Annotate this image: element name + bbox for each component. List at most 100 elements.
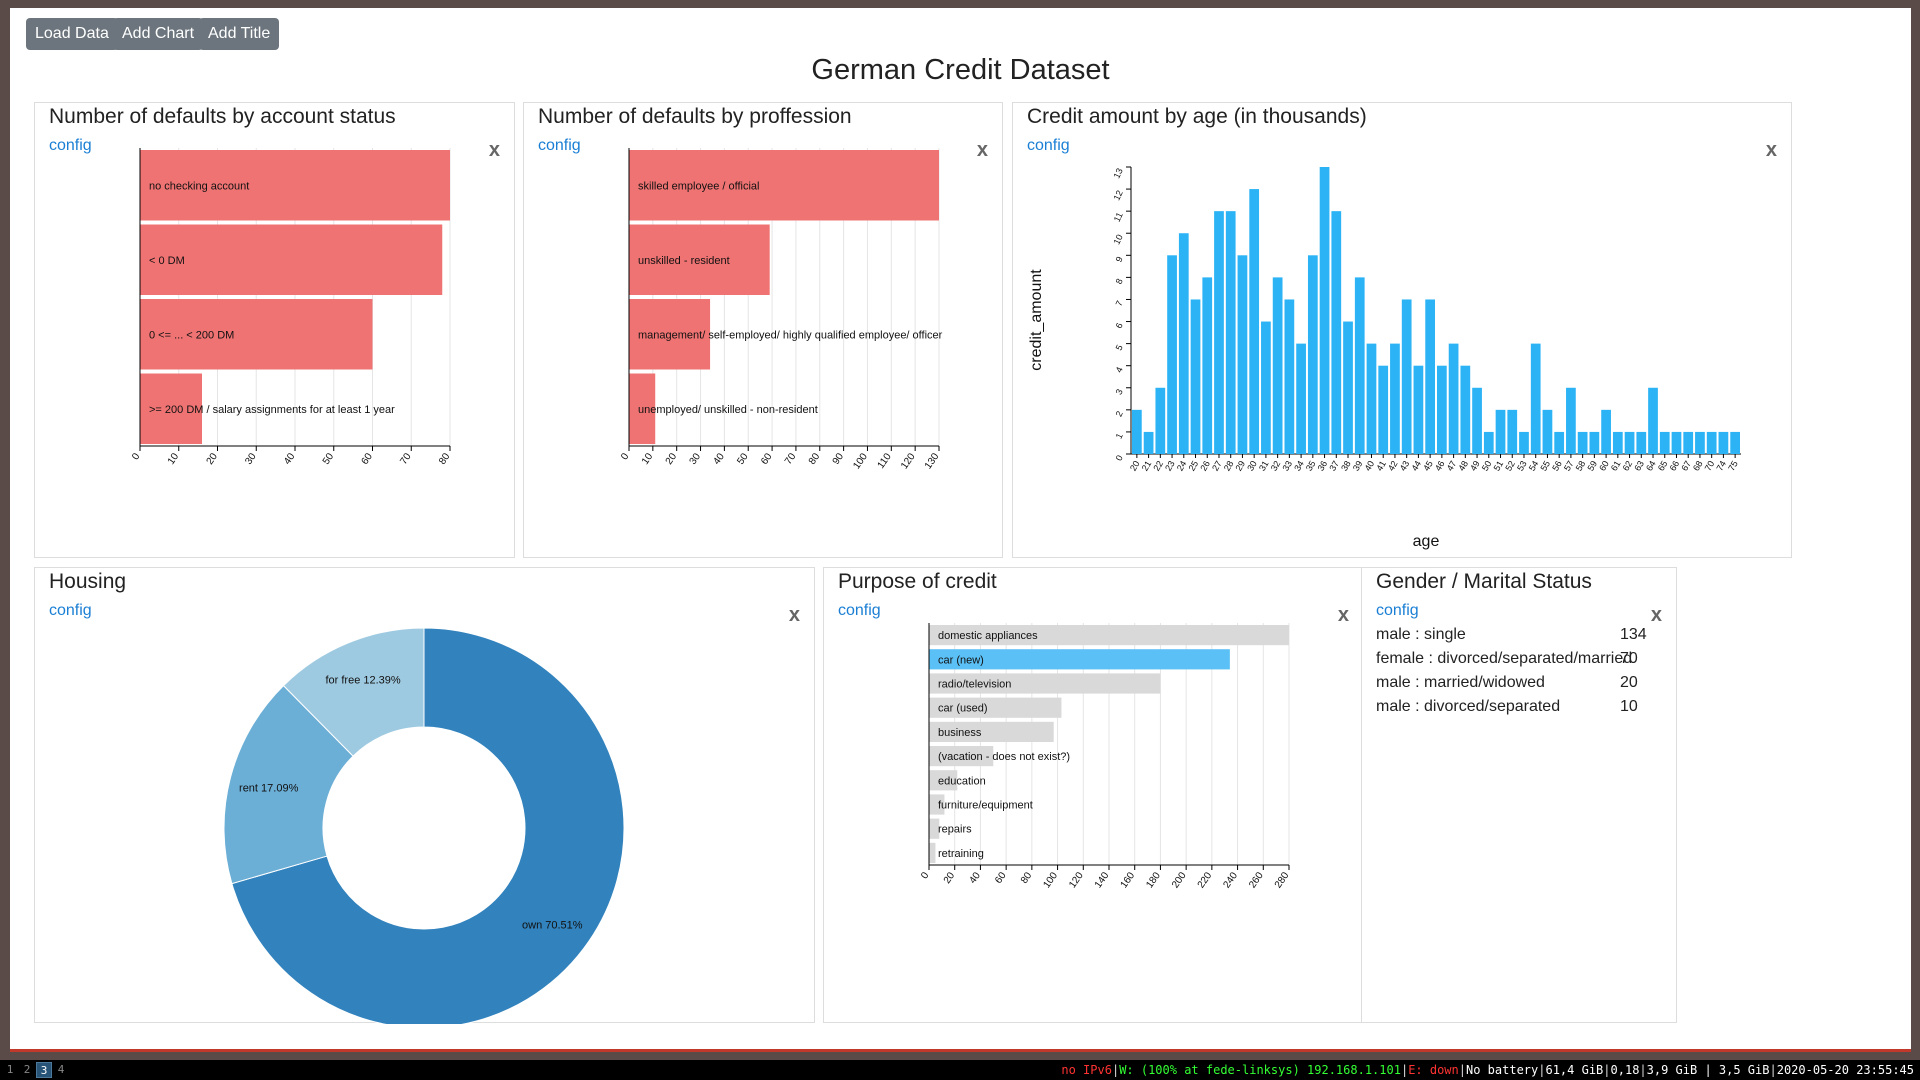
bar	[1730, 431, 1740, 454]
x-tick-label: 42	[1386, 459, 1400, 473]
load-status: 0,18	[1610, 1063, 1640, 1077]
x-tick-label: 23	[1163, 459, 1177, 473]
bar	[1132, 409, 1142, 454]
bar	[1530, 343, 1541, 454]
x-tick-label: 67	[1679, 459, 1693, 473]
x-tick-label: 100	[851, 451, 870, 471]
ipv6-status: no IPv6	[1061, 1063, 1112, 1077]
bar	[1437, 365, 1447, 454]
x-tick-label: 50	[321, 451, 337, 467]
x-tick-label: 280	[1273, 870, 1292, 890]
bar	[1331, 211, 1342, 454]
purpose-chart: domestic appliances car (new) radio/televi…	[919, 623, 1292, 890]
close-button[interactable]: x	[1651, 604, 1662, 627]
bar	[1659, 431, 1670, 454]
gender-row-value: 10	[1620, 698, 1638, 715]
panel-account-status: Number of defaults by account status con…	[34, 102, 515, 558]
panel-housing: Housing config x own 70.51% rent 17.09% fo…	[34, 567, 815, 1024]
x-tick-label: 51	[1492, 459, 1506, 473]
profession-chart: skilled employee / official unskilled - r…	[619, 148, 943, 471]
x-tick-label: 140	[1093, 870, 1112, 890]
x-tick-label: 40	[967, 870, 983, 886]
ethernet-status: E: down	[1408, 1063, 1459, 1077]
bar	[1683, 431, 1694, 454]
disk-status: 61,4 GiB	[1545, 1063, 1604, 1077]
bar-label: retraining	[938, 848, 984, 860]
y-tick-label: 11	[1112, 211, 1125, 224]
x-tick-label: 44	[1409, 459, 1423, 473]
add-title-button[interactable]: Add Title	[199, 18, 280, 50]
x-tick-label: 100	[1041, 870, 1060, 890]
x-tick-label: 130	[923, 451, 942, 471]
x-tick-label: 22	[1151, 459, 1165, 473]
bar-label: < 0 DM	[149, 255, 185, 267]
bar	[1460, 365, 1471, 454]
x-tick-label: 26	[1198, 459, 1212, 473]
bar-label: repairs	[938, 824, 972, 836]
x-tick-label: 55	[1539, 459, 1553, 473]
x-tick-label: 60	[1597, 459, 1611, 473]
x-tick-label: 34	[1292, 459, 1306, 473]
x-tick-label: 38	[1339, 459, 1353, 473]
x-tick-label: 30	[688, 451, 704, 467]
bar-label: furniture/equipment	[938, 800, 1033, 812]
add-chart-button[interactable]: Add Chart	[113, 18, 204, 50]
y-tick-label: 9	[1114, 255, 1125, 264]
gender-row-label: female : divorced/separated/married	[1376, 650, 1633, 667]
x-tick-label: 59	[1585, 459, 1599, 473]
x-tick-label: 37	[1327, 459, 1341, 473]
x-tick-label: 0	[130, 451, 142, 462]
bar	[1378, 365, 1389, 454]
x-tick-label: 60	[759, 451, 775, 467]
y-tick-label: 5	[1114, 343, 1125, 352]
bar	[1636, 431, 1647, 454]
datetime: 2020-05-20 23:55:45	[1776, 1063, 1914, 1077]
workspace-button[interactable]: 2	[19, 1062, 35, 1078]
housing-chart: own 70.51% rent 17.09% for free 12.39%	[223, 627, 625, 1024]
x-tick-label: 25	[1187, 459, 1201, 473]
x-tick-label: 60	[993, 870, 1009, 886]
bar	[1390, 343, 1400, 454]
bar	[1401, 299, 1412, 454]
wifi-status: W: (100% at fede-linksys) 192.168.1.101	[1119, 1063, 1401, 1077]
bar-label: unemployed/ unskilled - non-resident	[638, 404, 818, 416]
x-tick-label: 10	[166, 451, 182, 467]
load-data-button[interactable]: Load Data	[26, 18, 118, 50]
bar-label: education	[938, 775, 986, 787]
bar	[1354, 277, 1365, 454]
bar	[140, 224, 443, 295]
x-tick-label: 20	[664, 451, 680, 467]
bar	[1225, 211, 1236, 454]
y-tick-label: 0	[1114, 454, 1125, 463]
x-tick-label: 61	[1609, 459, 1623, 473]
workspace-button[interactable]: 4	[53, 1062, 69, 1078]
bar	[1167, 255, 1177, 454]
x-tick-label: 60	[360, 451, 376, 467]
x-tick-label: 31	[1257, 459, 1271, 473]
panel-title: Gender / Marital Status	[1376, 570, 1592, 593]
bar	[1566, 387, 1576, 454]
bar-label: 0 <= ... < 200 DM	[149, 329, 234, 341]
workspace-button-active[interactable]: 3	[36, 1062, 52, 1078]
bar	[1249, 189, 1260, 455]
bar	[929, 842, 936, 863]
config-link[interactable]: config	[1376, 602, 1419, 620]
bar	[1483, 431, 1494, 454]
x-tick-label: 0	[619, 451, 631, 462]
x-tick-label: 70	[1703, 459, 1717, 473]
x-tick-label: 80	[807, 451, 823, 467]
system-status-bar: 1 2 3 4 no IPv6|W: (100% at fede-linksys…	[0, 1060, 1920, 1080]
y-tick-label: 6	[1114, 321, 1125, 330]
x-tick-label: 66	[1668, 459, 1682, 473]
gender-row-label: male : single	[1376, 626, 1466, 643]
status-info: no IPv6|W: (100% at fede-linksys) 192.16…	[1061, 1063, 1914, 1077]
x-tick-label: 70	[783, 451, 799, 467]
x-tick-label: 46	[1433, 459, 1447, 473]
bar	[1612, 431, 1623, 454]
x-tick-label: 63	[1632, 459, 1646, 473]
pie-label: own 70.51%	[522, 919, 583, 931]
bar	[1589, 431, 1600, 454]
bar	[1695, 431, 1705, 454]
workspace-button[interactable]: 1	[2, 1062, 18, 1078]
x-tick-label: 41	[1374, 459, 1388, 473]
